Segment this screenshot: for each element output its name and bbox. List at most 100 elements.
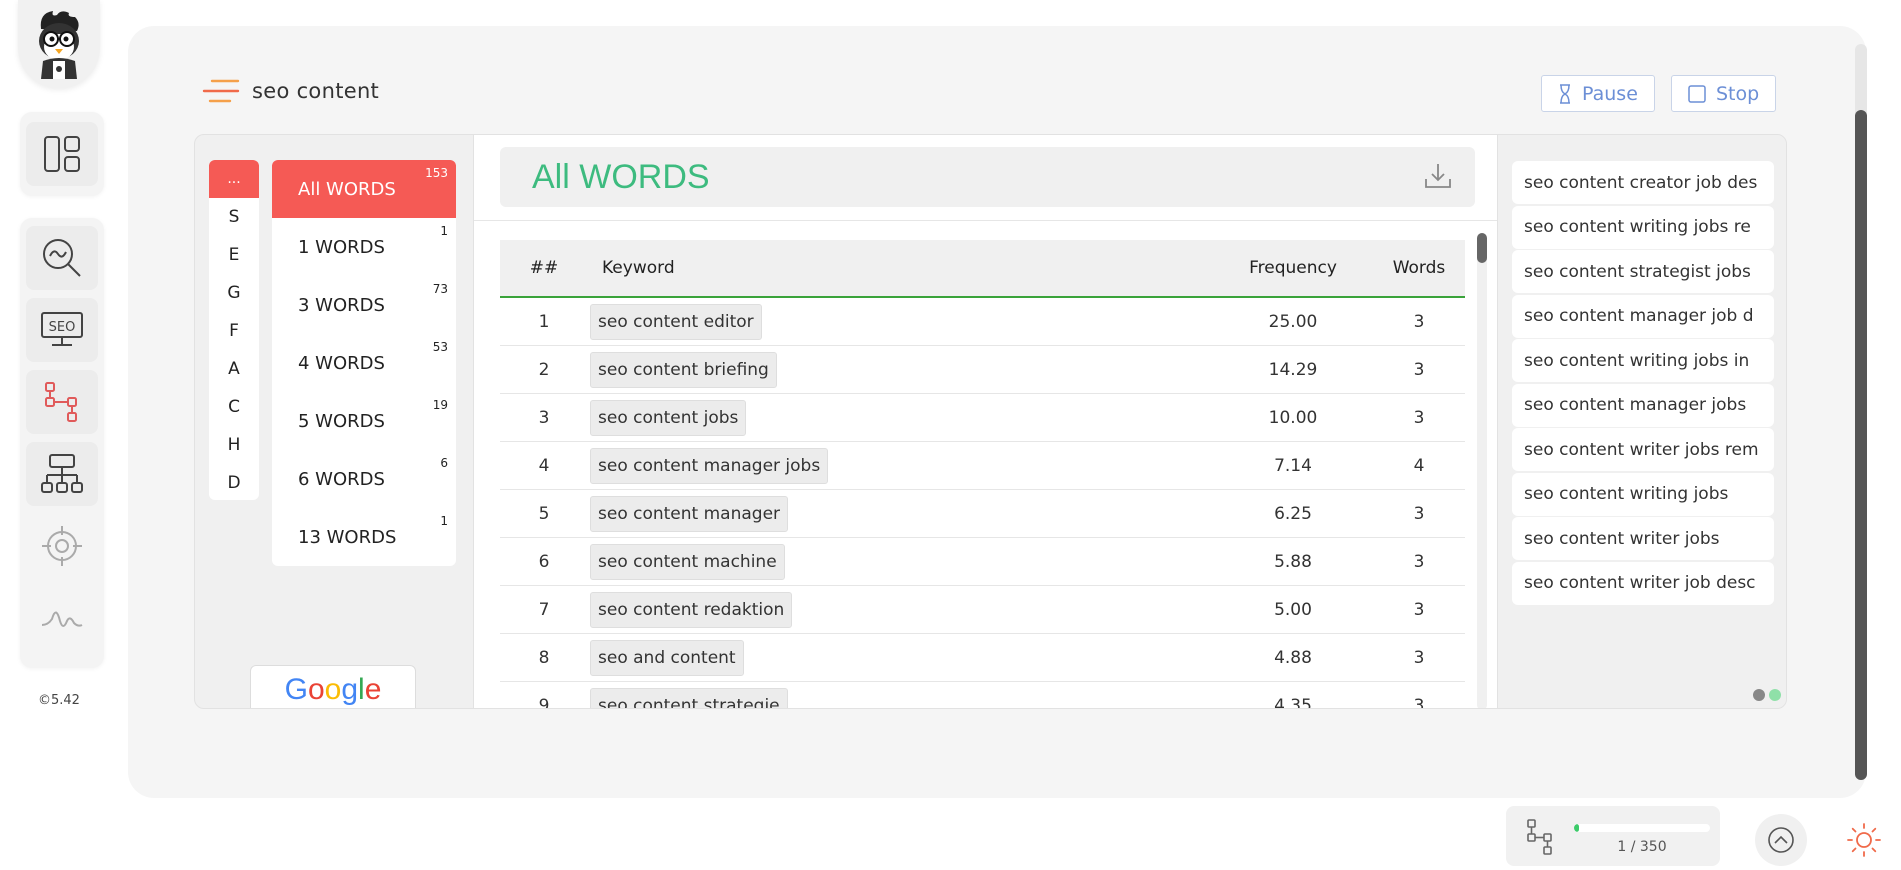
pause-label: Pause: [1582, 82, 1638, 105]
status-dots: [1753, 689, 1781, 701]
avatar[interactable]: [18, 0, 100, 88]
page-scrollbar[interactable]: [1855, 44, 1867, 780]
sidebar-item-search[interactable]: [26, 226, 98, 290]
sidebar-item-target[interactable]: [26, 514, 98, 578]
menu-lines-icon[interactable]: [202, 78, 240, 104]
sitemap-icon: [41, 454, 83, 493]
penguin-mascot-icon: [39, 11, 79, 79]
keyword-cell: seo content machine: [588, 543, 1213, 580]
google-source-button[interactable]: Google: [250, 665, 416, 708]
table-row[interactable]: 6 seo content machine 5.88 3: [500, 538, 1465, 586]
letter-filter-item[interactable]: F: [209, 312, 259, 350]
suggestion-item[interactable]: seo content manager jobs: [1512, 383, 1774, 427]
suggestion-item[interactable]: seo content writing jobs in: [1512, 339, 1774, 382]
letter-filter: ... S E G F A C H D: [209, 160, 259, 500]
sidebar-item-seo[interactable]: SEO: [26, 298, 98, 362]
letter-filter-all[interactable]: ...: [209, 160, 259, 198]
word-group-all[interactable]: All WORDS 153: [272, 160, 456, 218]
letter-filter-item[interactable]: A: [209, 350, 259, 388]
table-scrollbar-thumb[interactable]: [1477, 233, 1487, 263]
letter-filter-item[interactable]: C: [209, 388, 259, 426]
word-group-label: 6 WORDS: [298, 468, 385, 490]
suggestion-item[interactable]: seo content writing jobs: [1512, 472, 1774, 516]
scroll-top-button[interactable]: [1755, 814, 1807, 866]
divider: [474, 220, 1497, 221]
letter-filter-item[interactable]: D: [209, 464, 259, 502]
letter-filter-item[interactable]: H: [209, 426, 259, 464]
word-group-label: 13 WORDS: [298, 526, 397, 548]
sidebar-item-flow[interactable]: [26, 370, 98, 434]
word-group-count: 1: [440, 514, 448, 528]
column-header-num[interactable]: ##: [500, 258, 588, 278]
letter-filter-item[interactable]: S: [209, 198, 259, 236]
keyword-cell: seo content editor: [588, 303, 1213, 340]
keyword-chip[interactable]: seo content strategie: [590, 687, 788, 708]
column-header-words[interactable]: Words: [1373, 258, 1465, 278]
keyword-cell: seo content manager jobs: [588, 447, 1213, 484]
table-title: All WORDS: [532, 157, 710, 196]
page-scrollbar-thumb[interactable]: [1855, 110, 1867, 780]
keyword-chip[interactable]: seo content jobs: [590, 399, 747, 436]
frequency-cell: 5.88: [1274, 551, 1312, 572]
stop-button[interactable]: Stop: [1671, 75, 1777, 112]
frequency-cell: 25.00: [1268, 311, 1318, 332]
word-group-item[interactable]: 5 WORDS 19: [272, 392, 456, 450]
keyword-chip[interactable]: seo content manager jobs: [590, 447, 829, 484]
table-scrollbar[interactable]: [1477, 233, 1487, 708]
suggestion-item[interactable]: seo content creator job des: [1512, 161, 1774, 204]
column-header-frequency[interactable]: Frequency: [1213, 258, 1373, 278]
keyword-chip[interactable]: seo and content: [590, 639, 744, 676]
word-group-count: 19: [432, 398, 448, 412]
flow-tree-icon: [45, 382, 77, 422]
pause-button[interactable]: Pause: [1541, 75, 1655, 112]
progress-fill: [1574, 824, 1580, 832]
keyword-chip[interactable]: seo content machine: [590, 543, 785, 580]
theme-toggle-button[interactable]: [1846, 822, 1882, 862]
sidebar-item-sitemap[interactable]: [26, 442, 98, 506]
letter-filter-item[interactable]: E: [209, 236, 259, 274]
suggestion-item[interactable]: seo content writing jobs re: [1512, 205, 1774, 249]
suggestion-item[interactable]: seo content manager job d: [1512, 294, 1774, 338]
sidebar-item-wave[interactable]: [26, 586, 98, 650]
status-dot-gray: [1753, 689, 1765, 701]
suggestion-item[interactable]: seo content strategist jobs: [1512, 250, 1774, 293]
results-panel: ... S E G F A C H D All WORDS 153 1 WORD…: [194, 134, 1787, 709]
row-number: 1: [538, 311, 550, 332]
table-row[interactable]: 2 seo content briefing 14.29 3: [500, 346, 1465, 394]
word-group-item[interactable]: 1 WORDS 1: [272, 218, 456, 276]
table-row[interactable]: 9 seo content strategie 4.35 3: [500, 682, 1465, 709]
progress-bar: [1574, 824, 1710, 832]
word-group-item[interactable]: 3 WORDS 73: [272, 276, 456, 334]
keyword-cell: seo content strategie: [588, 687, 1213, 708]
suggestion-item[interactable]: seo content writer job desc: [1512, 561, 1774, 605]
stop-square-icon: [1688, 84, 1706, 103]
table-row[interactable]: 3 seo content jobs 10.00 3: [500, 394, 1465, 442]
suggestion-item[interactable]: seo content writer jobs: [1512, 517, 1774, 560]
table-row[interactable]: 7 seo content redaktion 5.00 3: [500, 586, 1465, 634]
keyword-cell: seo content briefing: [588, 351, 1213, 388]
keyword-chip[interactable]: seo content editor: [590, 303, 762, 340]
keyword-chip[interactable]: seo content briefing: [590, 351, 777, 388]
table-row[interactable]: 8 seo and content 4.88 3: [500, 634, 1465, 682]
table-row[interactable]: 4 seo content manager jobs 7.14 4: [500, 442, 1465, 490]
download-icon[interactable]: [1423, 161, 1453, 191]
keyword-chip[interactable]: seo content redaktion: [590, 591, 793, 628]
word-group-item[interactable]: 6 WORDS 6: [272, 450, 456, 508]
words-cell: 3: [1413, 647, 1425, 668]
word-group-item[interactable]: 4 WORDS 53: [272, 334, 456, 392]
letter-filter-item[interactable]: G: [209, 274, 259, 312]
word-group-item[interactable]: 13 WORDS 1: [272, 508, 456, 566]
table-row[interactable]: 1 seo content editor 25.00 3: [500, 298, 1465, 346]
column-header-keyword[interactable]: Keyword: [588, 258, 1213, 278]
sidebar-item-dashboard[interactable]: [26, 122, 98, 186]
page-header: seo content: [202, 78, 379, 104]
keyword-chip[interactable]: seo content manager: [590, 495, 789, 532]
word-group-count: 153: [425, 166, 448, 180]
keyword-table-panel: All WORDS ## Keyword Frequency Words 1 se…: [473, 135, 1498, 709]
hourglass-icon: [1560, 83, 1570, 104]
suggestion-item[interactable]: seo content writer jobs rem: [1512, 428, 1774, 471]
words-cell: 3: [1413, 695, 1425, 709]
table-row[interactable]: 5 seo content manager 6.25 3: [500, 490, 1465, 538]
waveform-icon: [41, 611, 83, 627]
word-group-list: All WORDS 153 1 WORDS 1 3 WORDS 73 4 WOR…: [272, 160, 456, 566]
